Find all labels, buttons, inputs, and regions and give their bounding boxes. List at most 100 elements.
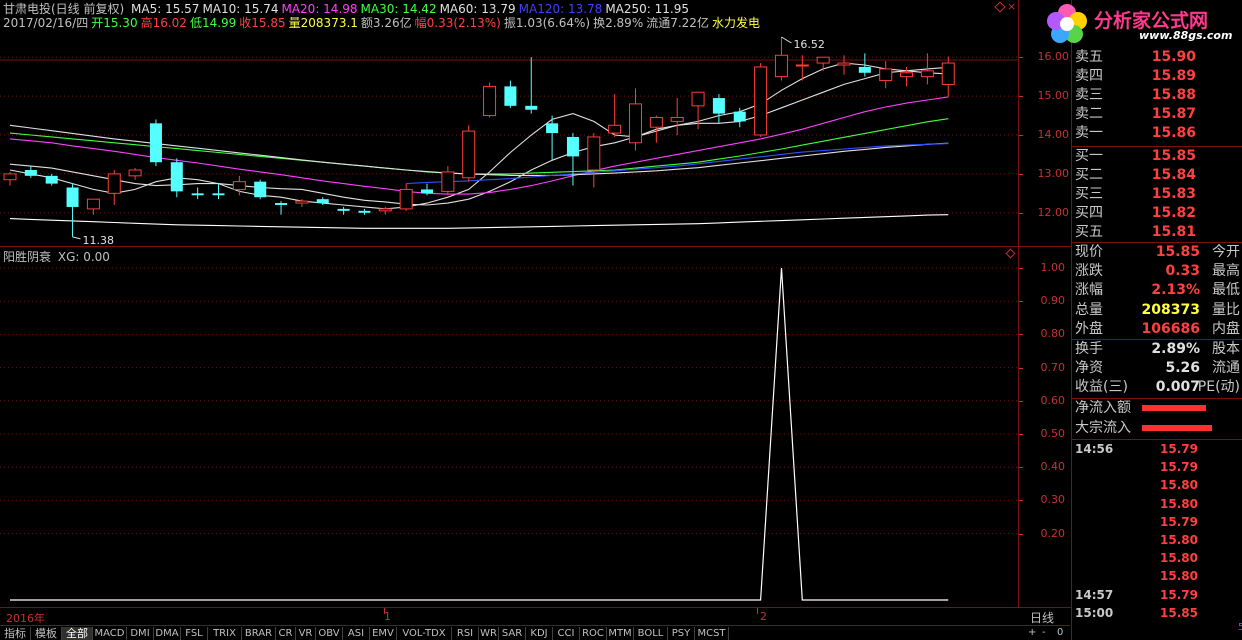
- scroll-marker[interactable]: 5: [1238, 622, 1242, 633]
- tab-cr[interactable]: CR: [276, 627, 296, 640]
- candle-body: [378, 208, 392, 212]
- candle-body: [45, 175, 58, 184]
- candle[interactable]: [337, 206, 350, 215]
- candle-body: [337, 208, 350, 211]
- tab-cci[interactable]: CCI: [553, 627, 580, 640]
- candle[interactable]: [879, 61, 893, 89]
- indicator-chart-canvas[interactable]: [0, 247, 1018, 607]
- tab-macd[interactable]: MACD: [93, 627, 127, 640]
- candle[interactable]: [170, 158, 183, 198]
- ask-row[interactable]: 卖一 15.86: [1075, 124, 1240, 143]
- indicator-tick: [1019, 268, 1023, 269]
- bid-row[interactable]: 买一 15.85: [1075, 147, 1240, 166]
- candle[interactable]: [254, 179, 267, 200]
- price-tick: [1019, 212, 1023, 214]
- candle[interactable]: [941, 56, 955, 97]
- tab-模板[interactable]: 模板: [31, 627, 62, 640]
- bid-row[interactable]: 买二 15.84: [1075, 166, 1240, 185]
- ask-row[interactable]: 卖五 15.90: [1075, 48, 1240, 67]
- tab-emv[interactable]: EMV: [370, 627, 397, 640]
- kline-chart-canvas[interactable]: 16.52 11.38: [0, 0, 1018, 246]
- tab-全部[interactable]: 全部: [62, 627, 93, 640]
- candle[interactable]: [191, 187, 204, 200]
- candle[interactable]: [3, 171, 17, 186]
- indicator-chart[interactable]: 阳胜阴衰 XG: 0.00: [0, 247, 1018, 607]
- candle[interactable]: [525, 57, 538, 114]
- candle[interactable]: [754, 63, 768, 137]
- tab-dma[interactable]: DMA: [154, 627, 181, 640]
- candle[interactable]: [399, 183, 413, 211]
- tab-boll[interactable]: BOLL: [634, 627, 668, 640]
- candle-body: [900, 72, 914, 78]
- candle[interactable]: [629, 88, 642, 151]
- ma-header: 甘肃电投(日线 前复权) MA5: 15.57 MA10: 15.74 MA20: …: [3, 2, 695, 16]
- candle[interactable]: [816, 56, 830, 71]
- candle[interactable]: [670, 98, 684, 135]
- candle[interactable]: [128, 168, 142, 180]
- candle[interactable]: [837, 55, 851, 75]
- candle[interactable]: [774, 37, 788, 81]
- bid-row[interactable]: 买五 15.81: [1075, 223, 1240, 242]
- candle[interactable]: [712, 94, 725, 124]
- candle[interactable]: [587, 133, 601, 188]
- tab-reset-button[interactable]: 0: [1057, 627, 1063, 638]
- candle[interactable]: [358, 208, 371, 215]
- candle[interactable]: [45, 173, 58, 186]
- candle[interactable]: [66, 183, 79, 237]
- candle[interactable]: [107, 170, 121, 205]
- tab-roc[interactable]: ROC: [580, 627, 607, 640]
- candle[interactable]: [149, 119, 162, 167]
- min-marker-line: [72, 236, 81, 240]
- candle-body: [170, 162, 183, 192]
- candle-body: [525, 105, 538, 110]
- candle[interactable]: [483, 82, 497, 118]
- period-label[interactable]: 日线: [1030, 609, 1054, 626]
- tab-指标[interactable]: 指标: [0, 627, 31, 640]
- candle[interactable]: [504, 80, 517, 108]
- candle[interactable]: [441, 166, 455, 196]
- tab-asi[interactable]: ASI: [343, 627, 370, 640]
- tab-psy[interactable]: PSY: [668, 627, 695, 640]
- tab-vol-tdx[interactable]: VOL-TDX: [397, 627, 452, 640]
- min-price-label: 11.38: [83, 234, 115, 246]
- bid-row[interactable]: 买四 15.82: [1075, 204, 1240, 223]
- tab-fsl[interactable]: FSL: [181, 627, 208, 640]
- tab-kdj[interactable]: KDJ: [526, 627, 553, 640]
- tab-prev-button[interactable]: +: [1028, 627, 1036, 638]
- candle[interactable]: [24, 166, 37, 178]
- bid-label: 买二: [1075, 167, 1103, 183]
- candle[interactable]: [462, 125, 476, 182]
- ask-row[interactable]: 卖四 15.89: [1075, 67, 1240, 86]
- close-icon[interactable]: ×: [1007, 1, 1016, 13]
- tab-rsi[interactable]: RSI: [452, 627, 479, 640]
- tab-sar[interactable]: SAR: [499, 627, 526, 640]
- candle[interactable]: [649, 115, 663, 143]
- ask-price: 15.86: [1151, 125, 1196, 141]
- bid-row[interactable]: 买三 15.83: [1075, 185, 1240, 204]
- tick-price: 15.79: [1160, 587, 1198, 602]
- ask-row[interactable]: 卖二 15.87: [1075, 105, 1240, 124]
- quote-label-secondary: 量比: [1212, 301, 1240, 318]
- candle[interactable]: [212, 183, 225, 200]
- tab-mcst[interactable]: MCST: [695, 627, 729, 640]
- tab-wr[interactable]: WR: [479, 627, 499, 640]
- ask-row[interactable]: 卖三 15.88: [1075, 86, 1240, 105]
- price-tick-label: 13.00: [1037, 166, 1070, 180]
- ask-price: 15.88: [1151, 87, 1196, 103]
- tab-vr[interactable]: VR: [296, 627, 316, 640]
- tab-next-button[interactable]: -: [1042, 627, 1046, 638]
- tab-brar[interactable]: BRAR: [242, 627, 276, 640]
- bid-price: 15.81: [1151, 224, 1196, 240]
- candle[interactable]: [86, 198, 100, 215]
- tab-mtm[interactable]: MTM: [607, 627, 634, 640]
- candle[interactable]: [900, 66, 914, 87]
- candle[interactable]: [608, 94, 622, 137]
- quote-label: 现价: [1075, 244, 1103, 260]
- kline-chart[interactable]: 16.52 11.38 甘肃电投(日线 前复权) MA5: 15.57 MA10: …: [0, 0, 1018, 246]
- tab-dmi[interactable]: DMI: [127, 627, 154, 640]
- ask-label: 卖一: [1075, 125, 1103, 141]
- candle-body: [816, 56, 830, 64]
- tab-obv[interactable]: OBV: [316, 627, 343, 640]
- tab-trix[interactable]: TRIX: [208, 627, 242, 640]
- candle[interactable]: [566, 133, 579, 186]
